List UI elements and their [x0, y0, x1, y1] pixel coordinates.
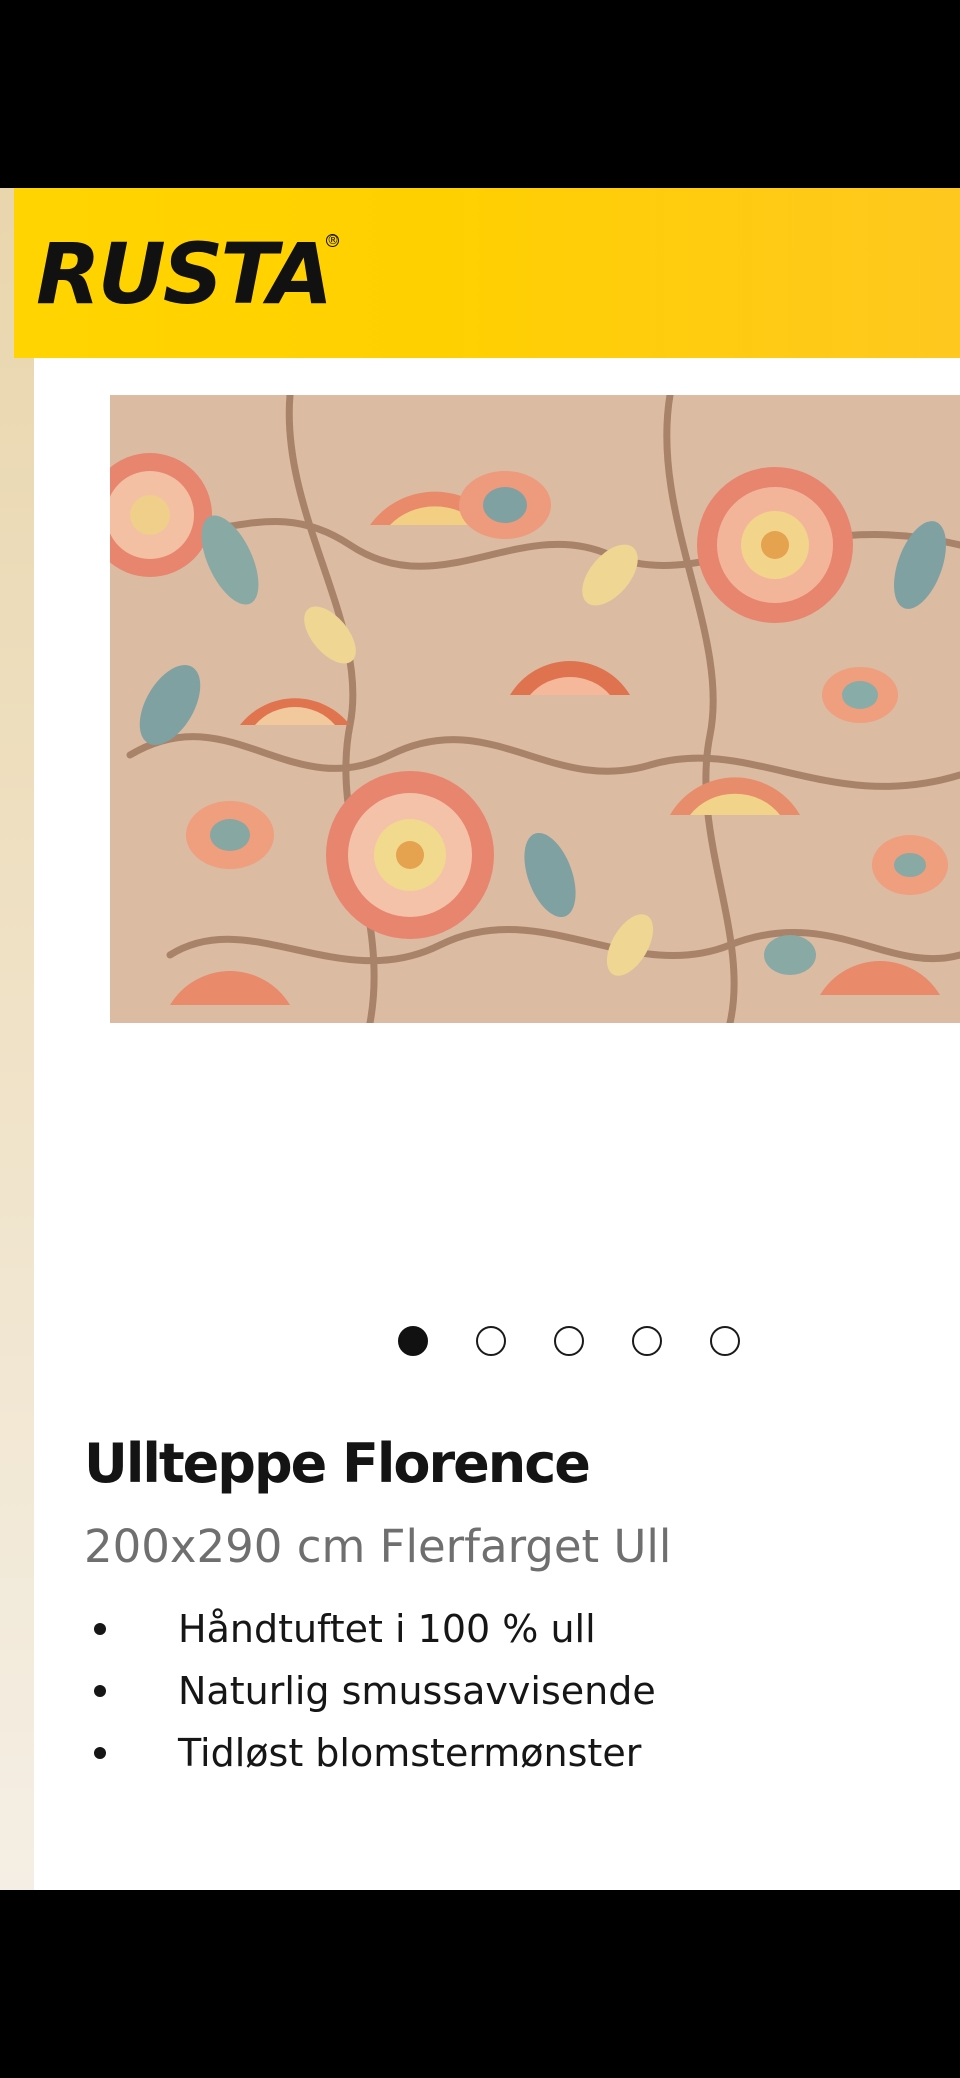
registered-mark-icon: ®	[326, 233, 339, 247]
feature-text: Naturlig smussavvisende	[178, 1669, 656, 1713]
feature-item: Tidløst blomstermønster	[84, 1722, 656, 1784]
product-page: RUSTA ® Ullteppe Florence 200x290 cm Fle…	[0, 188, 960, 1890]
pagination-dot-2[interactable]	[476, 1326, 506, 1356]
feature-text: Tidløst blomstermønster	[178, 1731, 642, 1775]
feature-text: Håndtuftet i 100 % ull	[178, 1607, 596, 1651]
feature-list: Håndtuftet i 100 % ull Naturlig smussavv…	[84, 1598, 656, 1784]
product-subtitle: 200x290 cm Flerfarget Ull	[84, 1520, 672, 1573]
navigation-bar-area	[0, 1890, 960, 2078]
rusta-logo[interactable]: RUSTA	[36, 232, 333, 316]
pagination-dot-5[interactable]	[710, 1326, 740, 1356]
feature-item: Håndtuftet i 100 % ull	[84, 1598, 656, 1660]
product-card: Ullteppe Florence 200x290 cm Flerfarget …	[34, 358, 960, 1890]
bullet-icon	[94, 1623, 106, 1635]
status-bar-area	[0, 0, 960, 188]
bullet-icon	[94, 1685, 106, 1697]
pagination-dot-4[interactable]	[632, 1326, 662, 1356]
product-title: Ullteppe Florence	[84, 1432, 591, 1495]
pagination-dot-1[interactable]	[398, 1326, 428, 1356]
site-header: RUSTA ®	[14, 188, 960, 358]
pagination-dot-3[interactable]	[554, 1326, 584, 1356]
feature-item: Naturlig smussavvisende	[84, 1660, 656, 1722]
rug-pattern	[110, 395, 960, 1023]
image-pagination	[398, 1326, 740, 1356]
product-image[interactable]	[110, 395, 960, 1023]
bullet-icon	[94, 1747, 106, 1759]
